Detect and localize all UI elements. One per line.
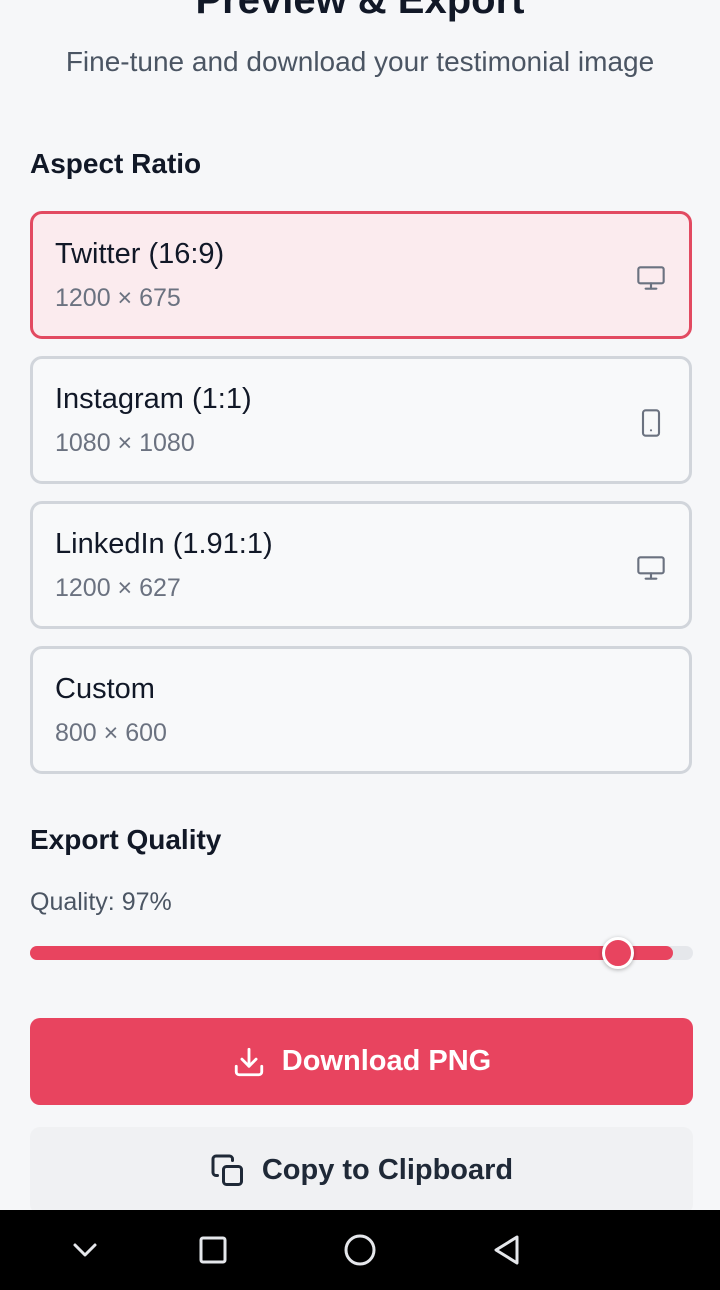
download-png-button[interactable]: Download PNG — [30, 1018, 693, 1105]
download-button-label: Download PNG — [281, 1045, 492, 1077]
ratio-option-linkedin[interactable]: LinkedIn (1.91:1) 1200 × 627 — [30, 501, 692, 629]
home-circle-icon[interactable] — [340, 1230, 380, 1270]
ratio-option-name: Custom — [55, 673, 155, 705]
download-icon — [234, 1047, 263, 1076]
ratio-option-dimensions: 1200 × 675 — [55, 284, 181, 312]
back-triangle-icon[interactable] — [487, 1230, 527, 1270]
ratio-option-custom[interactable]: Custom 800 × 600 — [30, 646, 692, 774]
ratio-option-name: Instagram (1:1) — [55, 383, 252, 415]
ratio-option-name: Twitter (16:9) — [55, 238, 225, 270]
page-subtitle: Fine-tune and download your testimonial … — [65, 46, 655, 77]
monitor-icon — [637, 556, 665, 580]
ratio-option-name: LinkedIn (1.91:1) — [55, 528, 273, 560]
copy-button-label: Copy to Clipboard — [261, 1154, 514, 1186]
ratio-option-dimensions: 1200 × 627 — [55, 574, 181, 602]
quality-slider-fill — [30, 946, 674, 960]
ratio-option-twitter[interactable]: Twitter (16:9) 1200 × 675 — [30, 211, 692, 339]
quality-slider-thumb[interactable] — [602, 937, 635, 969]
ratio-option-dimensions: 1080 × 1080 — [55, 429, 195, 457]
page-title: Preview & Export — [195, 0, 525, 22]
copy-icon — [211, 1154, 243, 1186]
ratio-option-instagram[interactable]: Instagram (1:1) 1080 × 1080 — [30, 356, 692, 484]
recents-square-icon[interactable] — [193, 1230, 233, 1270]
system-navigation-bar — [0, 1210, 720, 1290]
aspect-ratio-heading: Aspect Ratio — [30, 148, 202, 179]
ratio-option-dimensions: 800 × 600 — [55, 719, 167, 747]
quality-slider[interactable] — [30, 937, 693, 969]
monitor-icon — [637, 266, 665, 290]
copy-to-clipboard-button[interactable]: Copy to Clipboard — [30, 1127, 693, 1214]
chevron-down-icon[interactable] — [65, 1230, 105, 1270]
export-quality-heading: Export Quality — [30, 824, 222, 855]
tablet-icon — [641, 409, 661, 437]
quality-label: Quality: 97% — [30, 888, 172, 916]
